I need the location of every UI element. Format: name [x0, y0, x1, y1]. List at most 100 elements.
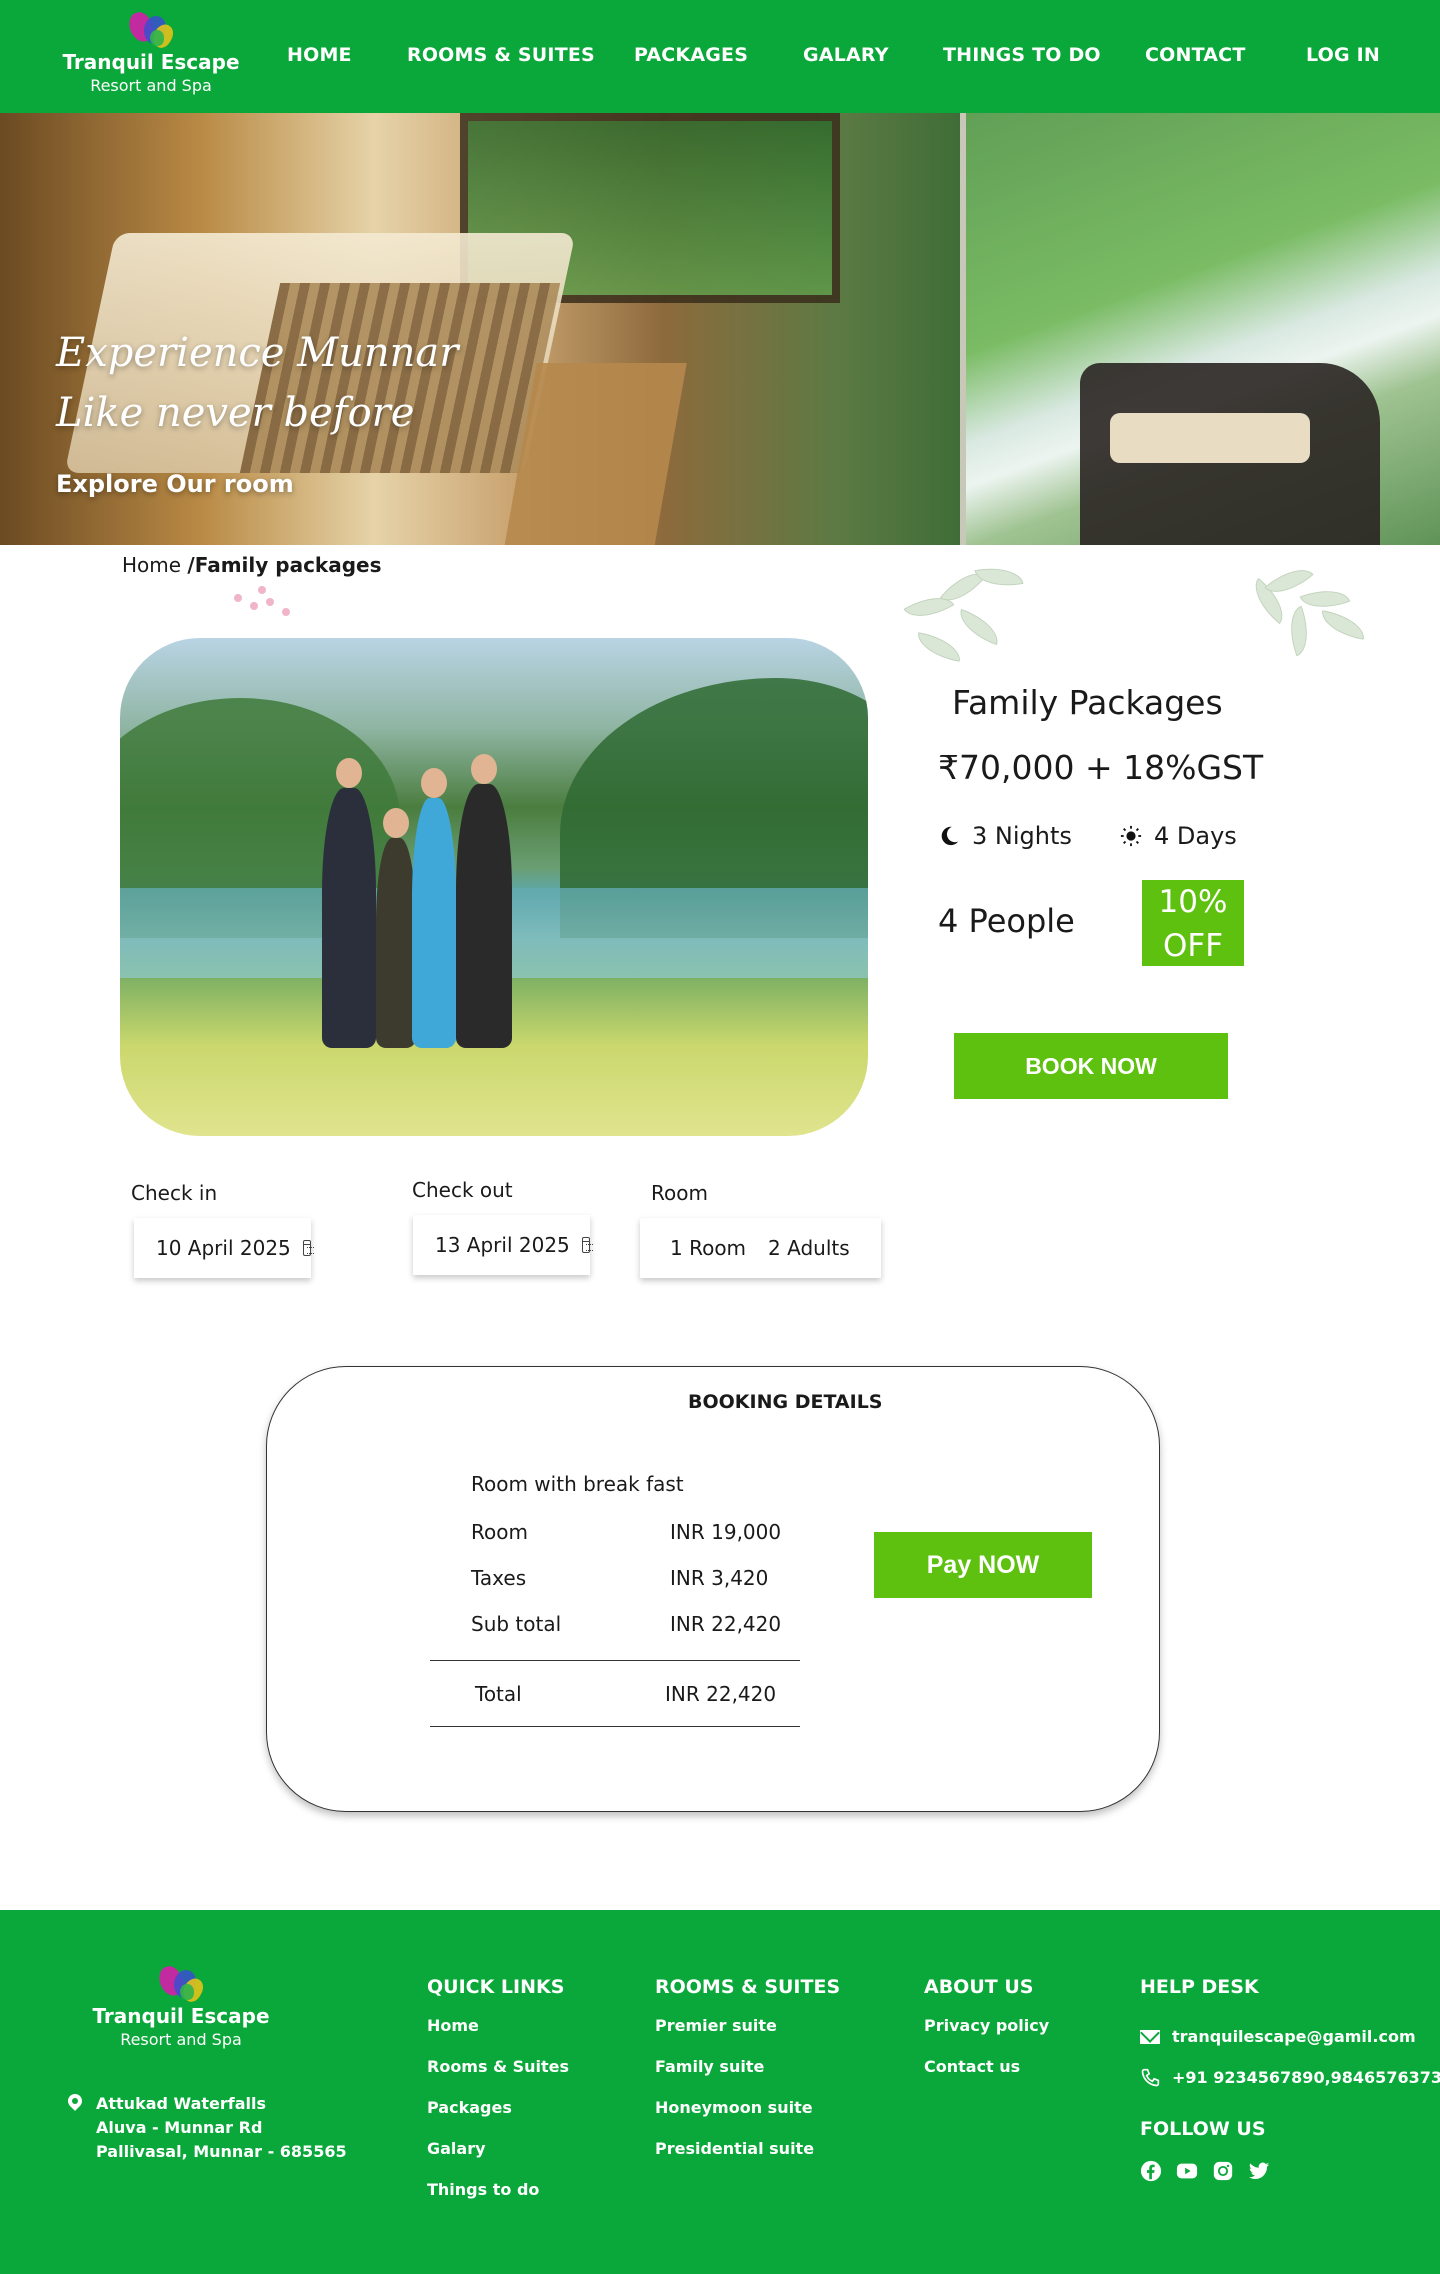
discount-off: OFF	[1162, 928, 1224, 964]
nav-rooms-suites[interactable]: ROOMS & SUITES	[407, 44, 595, 66]
booking-subtitle: Room with break fast	[471, 1472, 684, 1496]
footer-email[interactable]: tranquilescape@gamil.com	[1140, 2016, 1440, 2057]
booking-total-value: INR 22,420	[665, 1682, 777, 1706]
hero-title-line-2: Like never before	[56, 390, 415, 436]
total-divider-bottom	[430, 1726, 800, 1727]
explore-room-link[interactable]: Explore Our room	[56, 470, 294, 498]
hero-title: Experience Munnar Like never before	[56, 323, 458, 443]
family-person-mother	[412, 768, 456, 1048]
footer-link-packages[interactable]: Packages	[427, 2098, 569, 2139]
room-count: 1 Room	[670, 1236, 747, 1260]
booking-row-value: INR 3,420	[670, 1566, 769, 1590]
follow-us-heading: FOLLOW US	[1140, 2118, 1266, 2140]
hero-chair-cushion	[1110, 413, 1310, 463]
package-people: 4 People	[938, 902, 1075, 940]
calendar-icon	[581, 1237, 594, 1253]
checkin-label: Check in	[131, 1181, 218, 1205]
site-footer: Tranquil Escape Resort and Spa Attukad W…	[0, 1910, 1440, 2274]
checkout-value: 13 April 2025	[435, 1233, 570, 1257]
nav-home[interactable]: HOME	[287, 44, 352, 66]
book-now-button[interactable]: BOOK NOW	[954, 1033, 1228, 1099]
package-nights-text: 3 Nights	[972, 822, 1072, 850]
twitter-icon[interactable]	[1248, 2160, 1270, 2182]
family-person-father	[322, 758, 376, 1048]
footer-link-presidential-suite[interactable]: Presidential suite	[655, 2139, 840, 2180]
footer-brand-tagline: Resort and Spa	[120, 2030, 242, 2049]
address-line: Attukad Waterfalls	[96, 2094, 267, 2113]
booking-row-label: Sub total	[471, 1612, 562, 1636]
hero-banner: Experience Munnar Like never before Expl…	[0, 113, 1440, 545]
discount-badge: 10% OFF	[1142, 880, 1244, 966]
guest-count: 2 Adults	[768, 1236, 850, 1260]
nav-things-to-do[interactable]: THINGS TO DO	[943, 44, 1101, 66]
brand-logo-icon	[154, 1963, 208, 2005]
sun-icon	[1120, 825, 1142, 847]
instagram-icon[interactable]	[1212, 2160, 1234, 2182]
footer-phone-text: +91 9234567890,9846576373	[1172, 2068, 1440, 2087]
family-package-photo	[120, 638, 868, 1136]
checkin-value: 10 April 2025	[156, 1236, 291, 1260]
footer-brand-name: Tranquil Escape	[92, 2004, 270, 2028]
total-divider-top	[430, 1660, 800, 1661]
footer-link-things-to-do[interactable]: Things to do	[427, 2180, 569, 2221]
brand-tagline: Resort and Spa	[90, 76, 212, 95]
footer-link-contact-us[interactable]: Contact us	[924, 2057, 1049, 2098]
footer-link-honeymoon-suite[interactable]: Honeymoon suite	[655, 2098, 840, 2139]
leaf-decoration-right	[1236, 557, 1376, 700]
footer-help-desk: HELP DESK tranquilescape@gamil.com +91 9…	[1140, 1976, 1440, 2182]
location-pin-icon	[68, 2094, 82, 2114]
booking-details-title: BOOKING DETAILS	[688, 1391, 883, 1413]
hero-title-line-1: Experience Munnar	[56, 330, 459, 376]
footer-rooms-suites: ROOMS & SUITES Premier suite Family suit…	[655, 1976, 840, 2180]
booking-total-label: Total	[475, 1682, 522, 1706]
nav-contact[interactable]: CONTACT	[1145, 44, 1246, 66]
hero-rug	[503, 363, 687, 545]
footer-link-galary[interactable]: Galary	[427, 2139, 569, 2180]
discount-percent: 10%	[1158, 884, 1228, 920]
mail-icon	[1140, 2029, 1160, 2044]
footer-about-us: ABOUT US Privacy policy Contact us	[924, 1976, 1049, 2098]
package-price: ₹70,000 + 18%GST	[938, 748, 1264, 787]
footer-link-privacy-policy[interactable]: Privacy policy	[924, 2016, 1049, 2057]
about-us-heading: ABOUT US	[924, 1976, 1034, 1998]
checkout-label: Check out	[412, 1178, 513, 1202]
footer-brand-logo[interactable]: Tranquil Escape Resort and Spa	[92, 1963, 270, 2049]
footer-link-premier-suite[interactable]: Premier suite	[655, 2016, 840, 2057]
room-guest-selector[interactable]: 1 Room 2 Adults	[640, 1218, 881, 1278]
blossom-decoration	[228, 580, 308, 620]
facebook-icon[interactable]	[1140, 2160, 1162, 2182]
breadcrumb: Home /Family packages	[122, 553, 382, 577]
youtube-icon[interactable]	[1176, 2160, 1198, 2182]
quick-links-heading: QUICK LINKS	[427, 1976, 565, 1998]
breadcrumb-home[interactable]: Home	[122, 553, 181, 577]
breadcrumb-current: /Family packages	[187, 553, 382, 577]
footer-address: Attukad Waterfalls Aluva - Munnar Rd Pal…	[68, 2092, 347, 2164]
social-links	[1140, 2160, 1440, 2182]
calendar-icon	[302, 1240, 315, 1256]
checkout-date-picker[interactable]: 13 April 2025	[413, 1215, 594, 1275]
leaf-decoration-left	[896, 556, 1036, 696]
help-desk-heading: HELP DESK	[1140, 1976, 1259, 1998]
address-line: Pallivasal, Munnar - 685565	[96, 2142, 347, 2161]
booking-row-label: Room	[471, 1520, 528, 1544]
footer-link-family-suite[interactable]: Family suite	[655, 2057, 840, 2098]
package-days: 4 Days	[1120, 822, 1237, 850]
footer-link-home[interactable]: Home	[427, 2016, 569, 2057]
package-days-text: 4 Days	[1154, 822, 1237, 850]
phone-icon	[1141, 2068, 1160, 2086]
footer-link-rooms-suites[interactable]: Rooms & Suites	[427, 2057, 569, 2098]
family-person-son	[456, 754, 512, 1048]
booking-row-label: Taxes	[471, 1566, 527, 1590]
footer-quick-links: QUICK LINKS Home Rooms & Suites Packages…	[427, 1976, 569, 2221]
footer-phone[interactable]: +91 9234567890,9846576373	[1140, 2057, 1440, 2098]
nav-galary[interactable]: GALARY	[803, 44, 889, 66]
top-navbar: Tranquil Escape Resort and Spa HOME ROOM…	[0, 0, 1440, 113]
booking-row-value: INR 22,420	[670, 1612, 782, 1636]
nav-packages[interactable]: PACKAGES	[634, 44, 748, 66]
checkin-date-picker[interactable]: 10 April 2025	[134, 1218, 315, 1278]
pay-now-button[interactable]: Pay NOW	[874, 1532, 1092, 1598]
package-title: Family Packages	[952, 683, 1223, 722]
moon-icon	[941, 826, 959, 846]
nav-log-in[interactable]: LOG IN	[1306, 44, 1380, 66]
address-line: Aluva - Munnar Rd	[96, 2118, 263, 2137]
